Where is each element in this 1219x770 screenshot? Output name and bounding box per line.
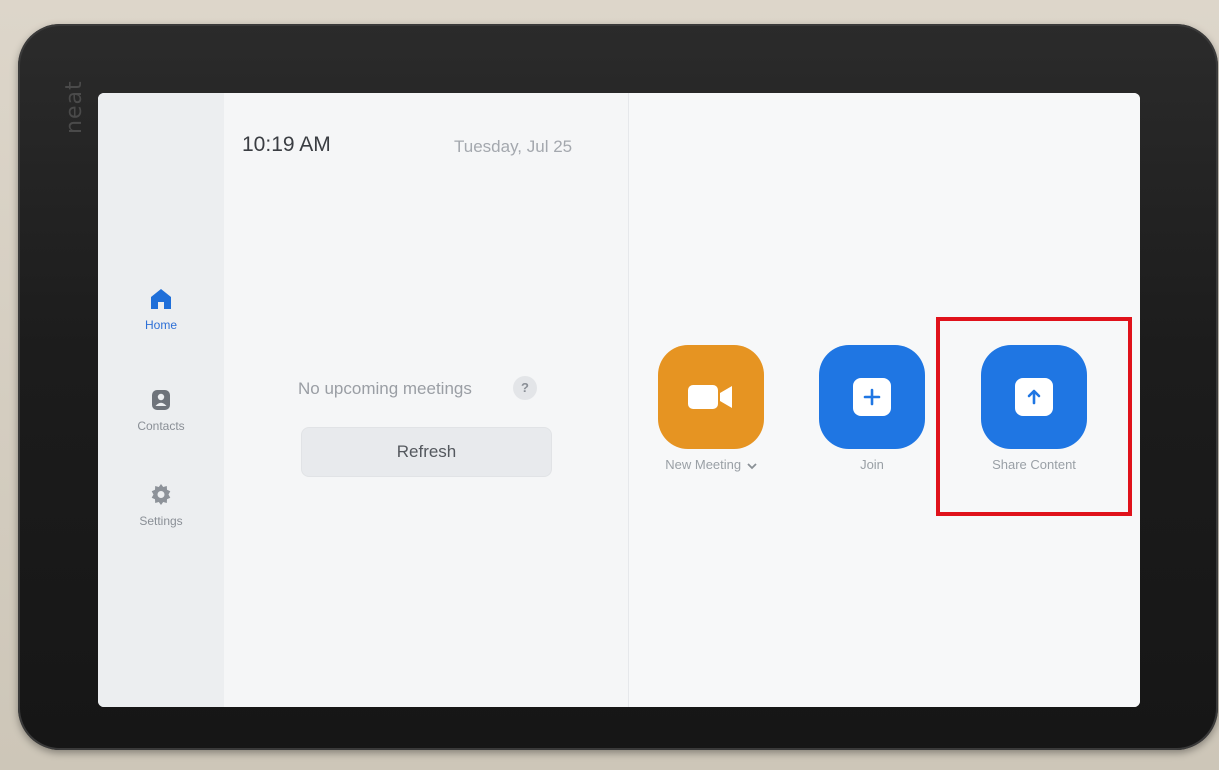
join-tile [819, 345, 925, 449]
home-icon [151, 289, 171, 309]
gear-icon [151, 484, 171, 505]
sidebar-item-contacts[interactable]: Contacts [98, 387, 224, 435]
new-meeting-button[interactable]: New Meeting [641, 345, 781, 472]
plus-icon [863, 388, 881, 406]
join-button[interactable]: Join [802, 345, 942, 472]
no-meetings-text: No upcoming meetings [298, 379, 472, 398]
chevron-down-icon[interactable] [747, 462, 757, 470]
help-icon[interactable]: ? [513, 376, 537, 400]
new-meeting-tile [658, 345, 764, 449]
join-label: Join [860, 457, 884, 472]
highlight-box [936, 317, 1132, 516]
sidebar-item-label: Home [144, 318, 177, 332]
meetings-panel [224, 93, 628, 707]
sidebar-item-settings[interactable]: Settings [98, 482, 224, 530]
refresh-button[interactable]: Refresh [301, 427, 552, 477]
brand-logo: neat [62, 80, 87, 134]
sidebar-item-label: Settings [139, 514, 183, 528]
current-time: 10:19 AM [242, 133, 331, 156]
new-meeting-label: New Meeting [665, 457, 742, 472]
contacts-icon [152, 390, 170, 410]
sidebar-item-home[interactable]: Home [98, 286, 224, 334]
sidebar-nav: Home Contacts Settings [98, 93, 225, 707]
video-camera-icon [688, 385, 732, 409]
current-date: Tuesday, Jul 25 [454, 137, 573, 156]
sidebar-item-label: Contacts [137, 419, 185, 433]
